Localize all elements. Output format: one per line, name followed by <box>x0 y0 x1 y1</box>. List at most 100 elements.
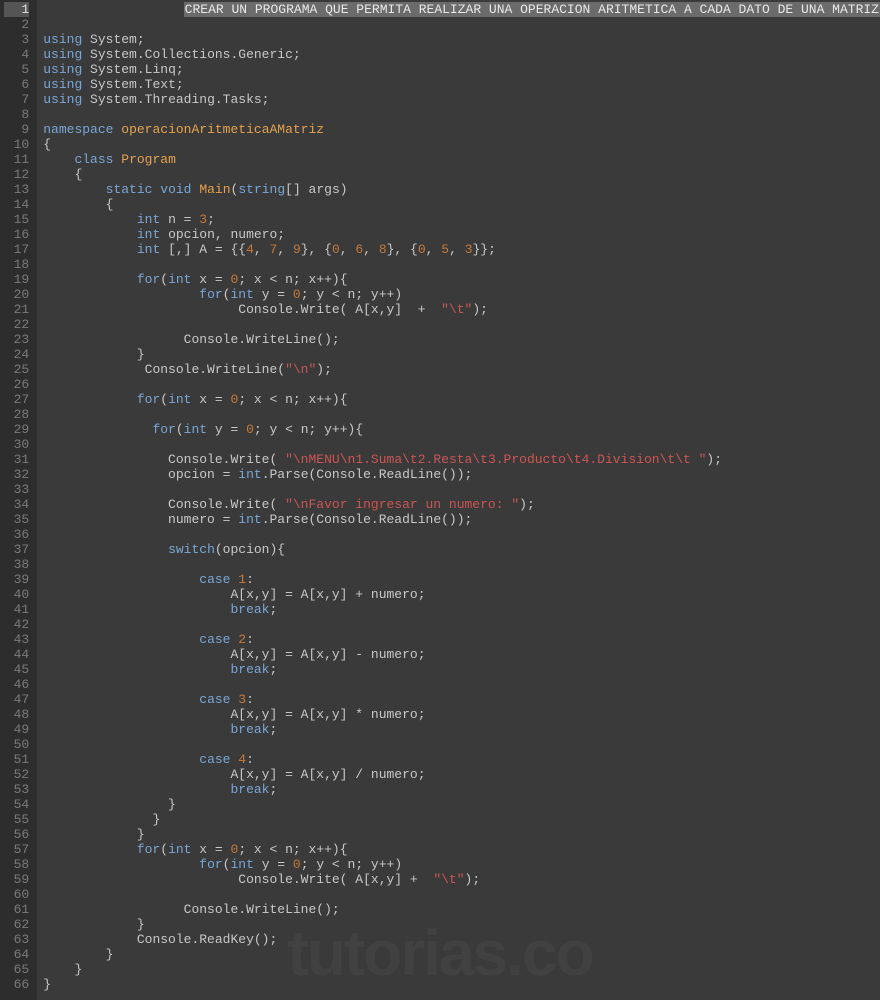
code-line[interactable]: CREAR UN PROGRAMA QUE PERMITA REALIZAR U… <box>43 2 880 17</box>
token-kw: case <box>199 692 230 707</box>
token-pn: ( <box>160 272 168 287</box>
code-line[interactable]: case 3: <box>43 692 880 707</box>
code-line[interactable]: { <box>43 137 880 152</box>
code-line[interactable]: numero = int.Parse(Console.ReadLine()); <box>43 512 880 527</box>
code-area[interactable]: CREAR UN PROGRAMA QUE PERMITA REALIZAR U… <box>37 0 880 1000</box>
code-line[interactable]: case 2: <box>43 632 880 647</box>
code-line[interactable]: } <box>43 827 880 842</box>
code-line[interactable] <box>43 527 880 542</box>
code-line[interactable]: Console.WriteLine(); <box>43 902 880 917</box>
code-line[interactable]: case 4: <box>43 752 880 767</box>
token-pn: System.Text; <box>82 77 183 92</box>
token-pn: Console.ReadKey(); <box>43 932 277 947</box>
code-line[interactable]: A[x,y] = A[x,y] + numero; <box>43 587 880 602</box>
line-number: 1 <box>4 2 29 17</box>
token-pn: x = <box>191 392 230 407</box>
code-line[interactable]: } <box>43 797 880 812</box>
code-line[interactable]: A[x,y] = A[x,y] / numero; <box>43 767 880 782</box>
code-line[interactable]: A[x,y] = A[x,y] * numero; <box>43 707 880 722</box>
code-line[interactable]: } <box>43 962 880 977</box>
token-kw: case <box>199 632 230 647</box>
code-line[interactable] <box>43 317 880 332</box>
code-line[interactable]: static void Main(string[] args) <box>43 182 880 197</box>
line-number: 40 <box>4 587 29 602</box>
token-pn: ; y < n; y++) <box>301 287 402 302</box>
code-line[interactable]: for(int y = 0; y < n; y++) <box>43 857 880 872</box>
token-pn: y = <box>207 422 246 437</box>
code-line[interactable]: break; <box>43 722 880 737</box>
token-pn: .Parse(Console.ReadLine()); <box>262 467 473 482</box>
code-line[interactable]: for(int y = 0; y < n; y++) <box>43 287 880 302</box>
code-line[interactable] <box>43 377 880 392</box>
line-number: 7 <box>4 92 29 107</box>
code-line[interactable] <box>43 107 880 122</box>
line-number: 35 <box>4 512 29 527</box>
code-line[interactable]: { <box>43 197 880 212</box>
line-number: 50 <box>4 737 29 752</box>
code-line[interactable]: } <box>43 917 880 932</box>
code-line[interactable]: opcion = int.Parse(Console.ReadLine()); <box>43 467 880 482</box>
token-num: 3 <box>465 242 473 257</box>
code-line[interactable] <box>43 677 880 692</box>
token-pn <box>43 752 199 767</box>
code-line[interactable]: int opcion, numero; <box>43 227 880 242</box>
code-line[interactable]: using System.Linq; <box>43 62 880 77</box>
code-line[interactable]: for(int y = 0; y < n; y++){ <box>43 422 880 437</box>
code-line[interactable]: for(int x = 0; x < n; x++){ <box>43 392 880 407</box>
code-line[interactable]: using System.Text; <box>43 77 880 92</box>
token-pn: ); <box>706 452 722 467</box>
token-pn: ; y < n; y++){ <box>254 422 363 437</box>
token-cls: Program <box>121 152 176 167</box>
code-line[interactable]: Console.WriteLine(); <box>43 332 880 347</box>
code-line[interactable] <box>43 17 880 32</box>
code-line[interactable] <box>43 737 880 752</box>
token-pn: A[x,y] = A[x,y] + numero; <box>43 587 425 602</box>
line-number: 2 <box>4 17 29 32</box>
code-line[interactable]: } <box>43 977 880 992</box>
code-line[interactable]: for(int x = 0; x < n; x++){ <box>43 842 880 857</box>
line-number: 13 <box>4 182 29 197</box>
code-line[interactable]: using System; <box>43 32 880 47</box>
code-line[interactable] <box>43 887 880 902</box>
code-line[interactable]: break; <box>43 662 880 677</box>
line-number: 44 <box>4 647 29 662</box>
token-pn: } <box>43 962 82 977</box>
code-editor[interactable]: 1234567891011121314151617181920212223242… <box>0 0 880 1000</box>
code-line[interactable] <box>43 257 880 272</box>
code-line[interactable]: switch(opcion){ <box>43 542 880 557</box>
line-number: 8 <box>4 107 29 122</box>
token-kw: using <box>43 62 82 77</box>
code-line[interactable]: Console.Write( A[x,y] + "\t"); <box>43 872 880 887</box>
code-line[interactable]: break; <box>43 782 880 797</box>
code-line[interactable]: class Program <box>43 152 880 167</box>
token-pn <box>43 2 183 17</box>
token-num: 0 <box>246 422 254 437</box>
code-line[interactable]: case 1: <box>43 572 880 587</box>
code-line[interactable]: int [,] A = {{4, 7, 9}, {0, 6, 8}, {0, 5… <box>43 242 880 257</box>
code-line[interactable]: Console.Write( "\nFavor ingresar un nume… <box>43 497 880 512</box>
code-line[interactable]: } <box>43 812 880 827</box>
code-line[interactable]: using System.Collections.Generic; <box>43 47 880 62</box>
code-line[interactable]: { <box>43 167 880 182</box>
code-line[interactable]: Console.ReadKey(); <box>43 932 880 947</box>
code-line[interactable]: break; <box>43 602 880 617</box>
code-line[interactable]: namespace operacionAritmeticaAMatriz <box>43 122 880 137</box>
code-line[interactable]: for(int x = 0; x < n; x++){ <box>43 272 880 287</box>
line-number: 25 <box>4 362 29 377</box>
code-line[interactable]: int n = 3; <box>43 212 880 227</box>
code-line[interactable] <box>43 407 880 422</box>
code-line[interactable]: using System.Threading.Tasks; <box>43 92 880 107</box>
code-line[interactable]: } <box>43 947 880 962</box>
code-line[interactable]: A[x,y] = A[x,y] - numero; <box>43 647 880 662</box>
code-line[interactable]: } <box>43 347 880 362</box>
code-line[interactable] <box>43 617 880 632</box>
token-pn: ; x < n; x++){ <box>238 272 347 287</box>
code-line[interactable]: Console.Write( "\nMENU\n1.Suma\t2.Resta\… <box>43 452 880 467</box>
code-line[interactable]: Console.Write( A[x,y] + "\t"); <box>43 302 880 317</box>
token-pn <box>43 212 137 227</box>
code-line[interactable] <box>43 557 880 572</box>
code-line[interactable]: Console.WriteLine("\n"); <box>43 362 880 377</box>
line-number: 38 <box>4 557 29 572</box>
code-line[interactable] <box>43 437 880 452</box>
code-line[interactable] <box>43 482 880 497</box>
